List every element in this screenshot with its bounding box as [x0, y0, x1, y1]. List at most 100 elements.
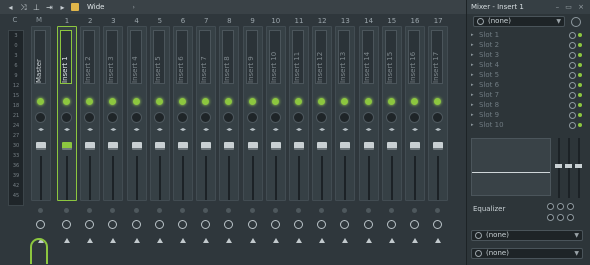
- send-arrow-icon[interactable]: [203, 238, 210, 243]
- route-dot-icon[interactable]: [110, 208, 116, 213]
- stereo-separation-icon[interactable]: ◂▸: [36, 127, 46, 133]
- mixer-track-5[interactable]: 5 Insert 5 ◂▸: [149, 16, 171, 265]
- timer-icon[interactable]: [270, 220, 280, 229]
- volume-fader[interactable]: [36, 142, 46, 150]
- mixer-track-11[interactable]: 11 Insert 11 ◂▸: [288, 16, 310, 265]
- timer-icon[interactable]: [36, 220, 45, 229]
- stereo-separation-icon[interactable]: ◂▸: [108, 127, 118, 133]
- eq-low-slider[interactable]: [555, 164, 562, 168]
- enable-led-icon[interactable]: [155, 98, 163, 105]
- eq-gain-knob[interactable]: [567, 203, 574, 210]
- mixer-track-14[interactable]: 14 Insert 14 ◂▸: [358, 16, 380, 265]
- output-select[interactable]: (none) ▼: [471, 248, 583, 259]
- mixer-track-13[interactable]: 13 Insert 13 ◂▸: [334, 16, 356, 265]
- effect-slot[interactable]: ▸ Slot 2: [471, 40, 585, 50]
- track-name[interactable]: Master: [34, 30, 46, 84]
- enable-led-icon[interactable]: [248, 98, 256, 105]
- route-dot-icon[interactable]: [319, 208, 325, 213]
- mixer-track-6[interactable]: 6 Insert 6 ◂▸: [172, 16, 194, 265]
- slot-mix-knob[interactable]: [569, 111, 576, 119]
- volume-fader[interactable]: [154, 142, 165, 150]
- mixer-track-12[interactable]: 12 Insert 12 ◂▸: [311, 16, 333, 265]
- eq-graph[interactable]: [471, 138, 551, 196]
- enable-led-icon[interactable]: [63, 98, 70, 105]
- timer-icon[interactable]: [317, 220, 327, 229]
- mixer-track-1[interactable]: 1 Insert 1 ◂▸: [56, 16, 78, 265]
- route-dot-icon[interactable]: [133, 208, 139, 213]
- track-name[interactable]: Insert 6: [176, 30, 188, 84]
- eq-freq-knob[interactable]: [547, 203, 554, 210]
- volume-fader[interactable]: [178, 142, 188, 150]
- send-arrow-icon[interactable]: [296, 238, 302, 243]
- effect-slot[interactable]: ▸ Slot 5: [471, 70, 585, 80]
- volume-fader[interactable]: [294, 142, 304, 150]
- timer-icon[interactable]: [294, 220, 303, 229]
- layout-icon[interactable]: [71, 3, 79, 11]
- view-mode-label[interactable]: Wide: [87, 3, 104, 11]
- pan-knob[interactable]: [409, 112, 420, 123]
- eq-freq-knob-2[interactable]: [547, 214, 554, 221]
- pan-knob[interactable]: [130, 112, 142, 123]
- volume-fader[interactable]: [410, 142, 420, 150]
- mixer-track-15[interactable]: 15 Insert 15 ◂▸: [381, 16, 403, 265]
- timer-icon[interactable]: [154, 220, 164, 229]
- volume-fader[interactable]: [131, 142, 142, 150]
- send-arrow-icon[interactable]: [319, 238, 326, 243]
- send-arrow-icon[interactable]: [133, 238, 140, 243]
- stereo-separation-icon[interactable]: ◂▸: [201, 127, 211, 133]
- effect-slot[interactable]: ▸ Slot 1: [471, 30, 585, 40]
- chevron-right-icon[interactable]: ›: [132, 4, 134, 11]
- mixer-track-7[interactable]: 7 Insert 7 ◂▸: [195, 16, 217, 265]
- route-dot-icon[interactable]: [365, 208, 371, 213]
- route-dot-icon[interactable]: [87, 208, 93, 213]
- stereo-separation-icon[interactable]: ◂▸: [178, 127, 188, 133]
- eq-bw-knob[interactable]: [557, 203, 564, 210]
- mixer-track-8[interactable]: 8 Insert 8 ◂▸: [218, 16, 240, 265]
- timer-icon[interactable]: [433, 220, 443, 229]
- effect-slot[interactable]: ▸ Slot 6: [471, 80, 585, 90]
- send-arrow-icon[interactable]: [365, 238, 372, 243]
- mixer-track-master[interactable]: Master ◂▸: [30, 16, 52, 265]
- send-arrow-icon[interactable]: [180, 238, 186, 243]
- volume-fader[interactable]: [247, 142, 258, 150]
- track-name[interactable]: Insert 12: [315, 30, 328, 84]
- stereo-separation-icon[interactable]: ◂▸: [364, 127, 374, 133]
- timer-icon[interactable]: [247, 220, 257, 229]
- stereo-separation-icon[interactable]: ◂▸: [410, 127, 420, 133]
- slot-mix-knob[interactable]: [569, 121, 576, 129]
- slot-mix-knob[interactable]: [569, 91, 576, 99]
- stereo-separation-icon[interactable]: ◂▸: [317, 127, 327, 133]
- slot-mix-knob[interactable]: [569, 81, 576, 89]
- slot-enable-led-icon[interactable]: [578, 123, 582, 127]
- track-name[interactable]: Insert 7: [199, 30, 212, 84]
- pan-knob[interactable]: [61, 112, 72, 123]
- timer-icon[interactable]: [224, 220, 234, 229]
- pan-knob[interactable]: [269, 112, 281, 123]
- eq-high-slider[interactable]: [575, 164, 582, 168]
- timer-icon[interactable]: [201, 220, 211, 229]
- stereo-separation-icon[interactable]: ◂▸: [224, 127, 234, 133]
- slot-mix-knob[interactable]: [569, 41, 576, 49]
- pan-knob[interactable]: [35, 112, 46, 123]
- pan-knob[interactable]: [153, 112, 165, 123]
- mixer-track-10[interactable]: 10 Insert 10 ◂▸: [265, 16, 287, 265]
- stereo-separation-icon[interactable]: ◂▸: [248, 127, 258, 133]
- route-dot-icon[interactable]: [412, 208, 417, 213]
- pin-icon[interactable]: ⊥: [32, 3, 41, 12]
- slot-enable-led-icon[interactable]: [578, 93, 582, 97]
- preset-select[interactable]: (none) ▼: [473, 16, 565, 27]
- effect-slot[interactable]: ▸ Slot 10: [471, 120, 585, 130]
- send-arrow-icon[interactable]: [226, 238, 233, 243]
- play-route-icon[interactable]: ▸: [58, 3, 67, 12]
- enable-led-icon[interactable]: [37, 98, 44, 105]
- settings-knob-icon[interactable]: [571, 17, 581, 27]
- route-dot-icon[interactable]: [388, 208, 394, 213]
- mixer-track-9[interactable]: 9 Insert 9 ◂▸: [242, 16, 264, 265]
- enable-led-icon[interactable]: [132, 98, 140, 105]
- slot-enable-led-icon[interactable]: [578, 43, 582, 47]
- track-name[interactable]: Insert 1: [60, 30, 72, 84]
- send-arrow-icon[interactable]: [249, 238, 256, 243]
- track-name[interactable]: Insert 14: [361, 30, 374, 84]
- track-name[interactable]: Insert 17: [431, 30, 444, 84]
- enable-led-icon[interactable]: [179, 98, 186, 105]
